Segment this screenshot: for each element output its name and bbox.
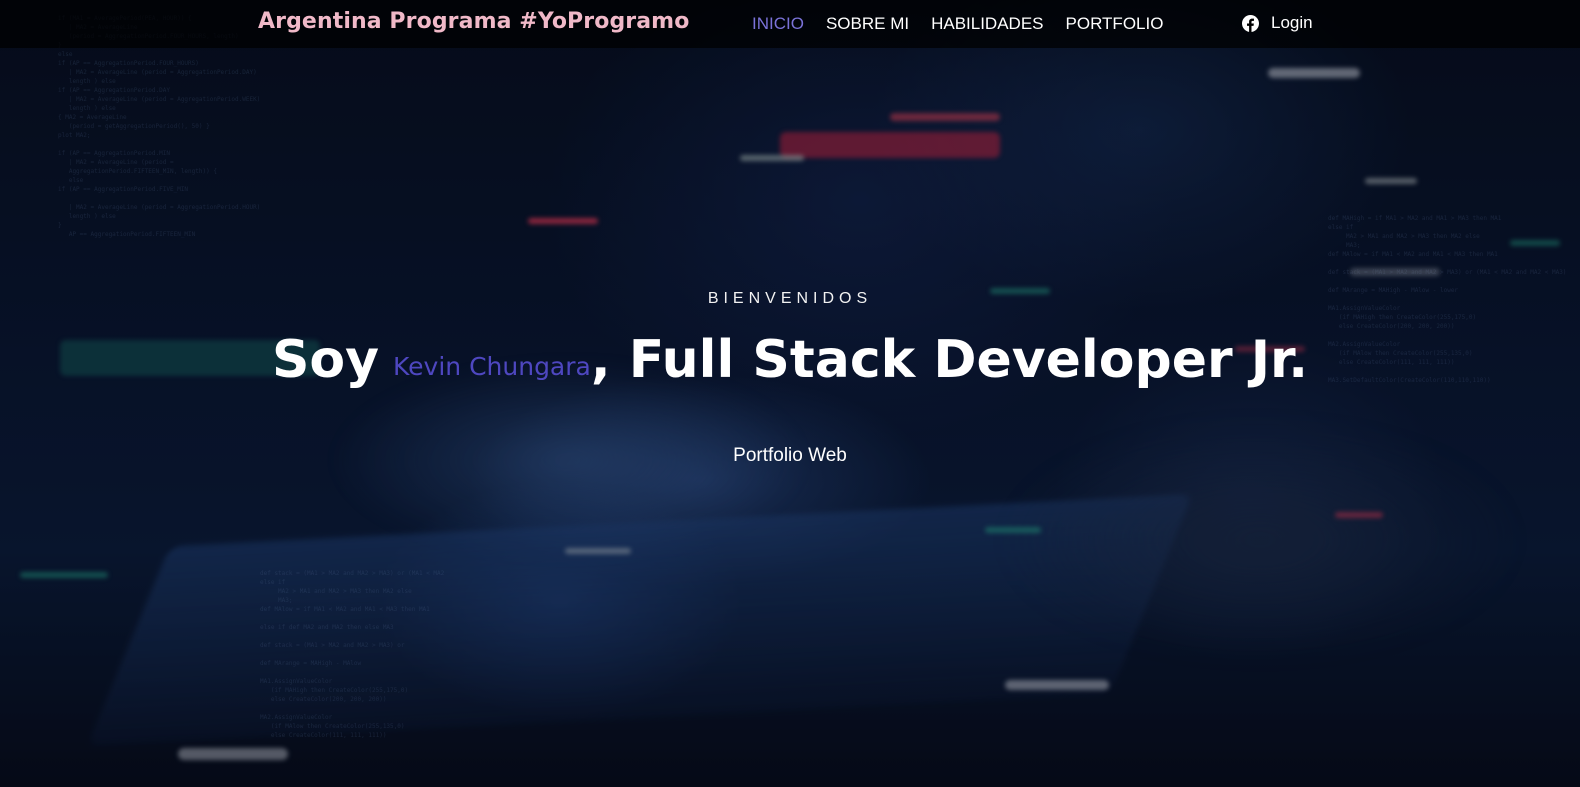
nav-link-habilidades[interactable]: HABILIDADES bbox=[931, 14, 1043, 34]
login-button[interactable]: Login bbox=[1242, 13, 1313, 33]
nav-links: INICIO SOBRE MI HABILIDADES PORTFOLIO bbox=[752, 14, 1163, 34]
nav-link-sobre-mi[interactable]: SOBRE MI bbox=[826, 14, 909, 34]
page: if (MA1 = AveragePeriod(PEA, HOUR)) { | … bbox=[0, 0, 1580, 787]
hero-section: BIENVENIDOS Soy Kevin Chungara, Full Stac… bbox=[0, 0, 1580, 787]
navbar: Argentina Programa #YoProgramo INICIO SO… bbox=[0, 0, 1580, 48]
developer-name: Kevin Chungara bbox=[393, 352, 591, 381]
brand-title[interactable]: Argentina Programa #YoProgramo bbox=[258, 9, 689, 34]
facebook-icon bbox=[1242, 14, 1259, 32]
headline-suffix: , Full Stack Developer Jr. bbox=[590, 330, 1309, 390]
nav-link-inicio[interactable]: INICIO bbox=[752, 14, 804, 34]
hero-subtitle: Portfolio Web bbox=[733, 445, 847, 466]
headline-prefix: Soy bbox=[271, 330, 380, 390]
login-label: Login bbox=[1271, 13, 1313, 32]
nav-link-portfolio[interactable]: PORTFOLIO bbox=[1066, 14, 1164, 34]
hero-headline: Soy Kevin Chungara, Full Stack Developer … bbox=[0, 330, 1580, 390]
welcome-eyebrow: BIENVENIDOS bbox=[707, 290, 873, 307]
